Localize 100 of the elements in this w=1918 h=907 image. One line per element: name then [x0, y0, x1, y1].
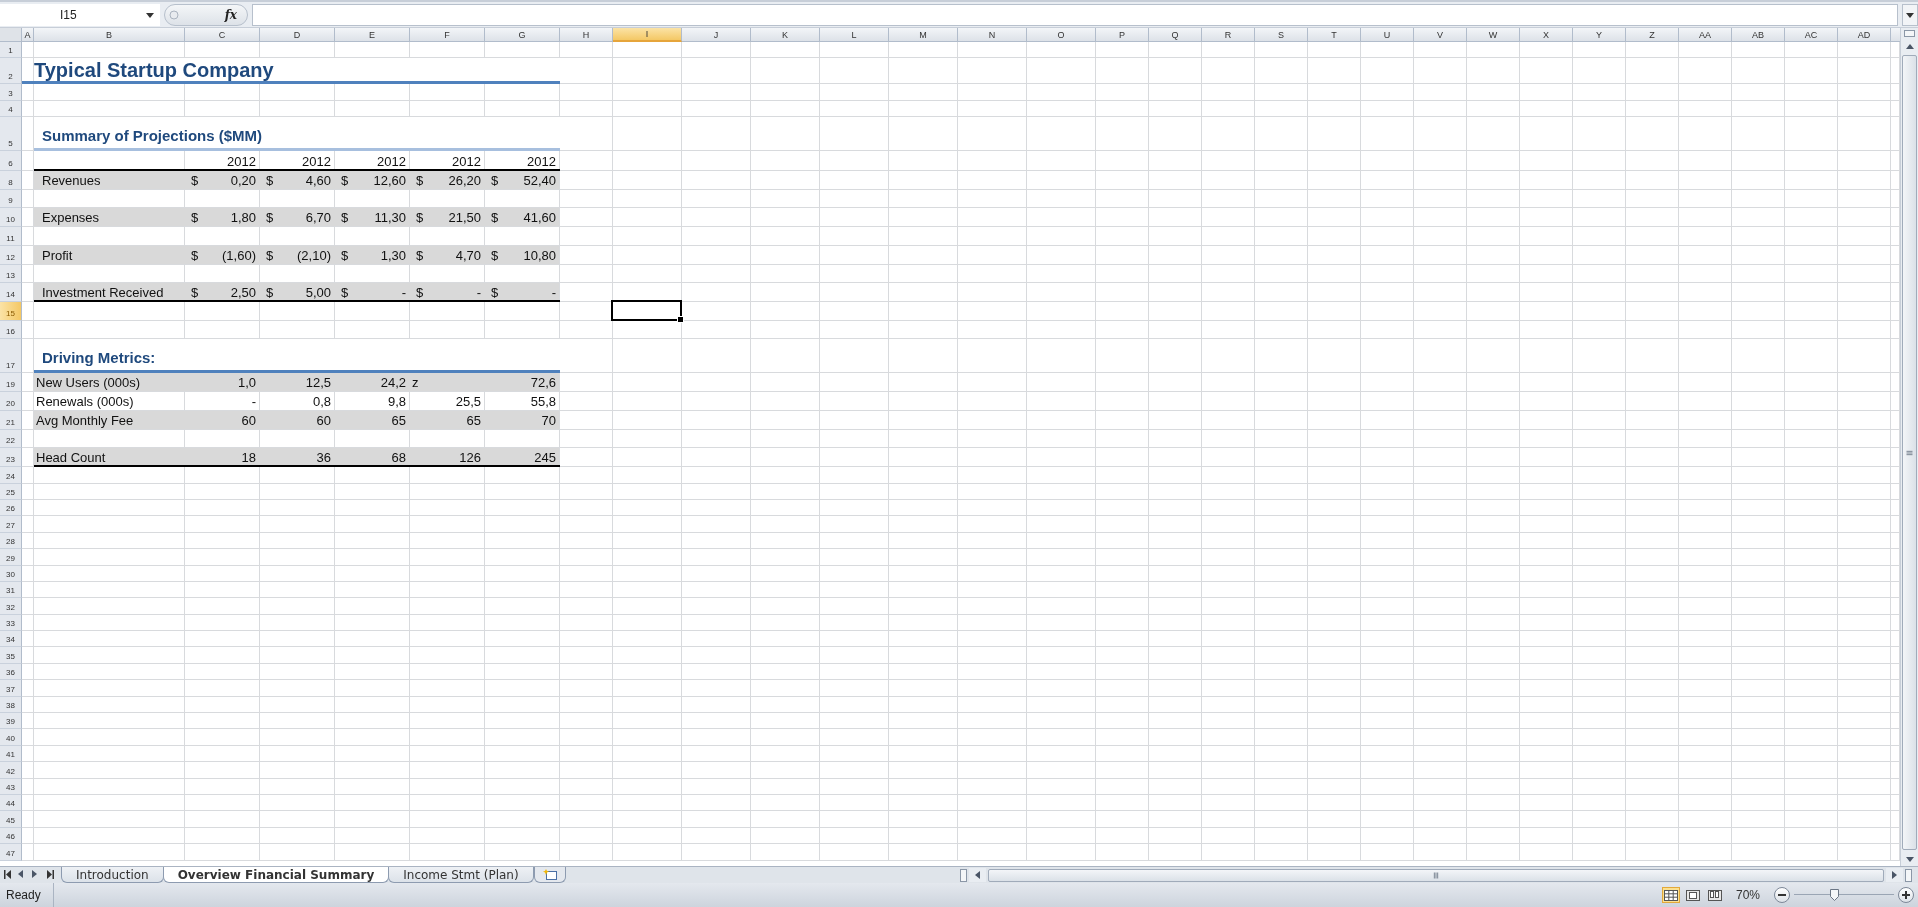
table-cell[interactable]: 68 — [335, 448, 410, 467]
table-cell[interactable]: Renewals (000s) — [34, 391, 185, 410]
column-header[interactable]: U — [1361, 28, 1414, 42]
table-cell[interactable]: Profit — [34, 245, 185, 264]
column-header[interactable]: F — [410, 28, 485, 42]
table-cell[interactable]: $ 0,20 — [185, 170, 260, 189]
insert-function-button[interactable]: fx — [222, 8, 239, 22]
table-cell[interactable]: $ 21,50 — [410, 208, 485, 227]
table-cell[interactable]: 1,0 — [185, 372, 260, 391]
table-cell[interactable]: 65 — [335, 410, 410, 429]
column-header[interactable]: G — [485, 28, 560, 42]
row-header[interactable]: 29 — [0, 549, 22, 566]
column-header[interactable]: Z — [1626, 28, 1679, 42]
row-header[interactable]: 24 — [0, 467, 22, 484]
row-header[interactable]: 45 — [0, 811, 22, 828]
column-header[interactable]: L — [820, 28, 889, 42]
table-cell[interactable]: $ (2,10) — [260, 245, 335, 264]
table-cell[interactable]: 2012 — [185, 150, 260, 170]
sheet-tab[interactable]: Income Stmt (Plan) — [388, 867, 534, 883]
zoom-in-button[interactable] — [1898, 887, 1914, 903]
column-header[interactable]: S — [1255, 28, 1308, 42]
table-cell[interactable]: Investment Received — [34, 283, 185, 302]
table-cell[interactable]: z — [410, 372, 485, 391]
table-cell[interactable]: 2012 — [485, 150, 560, 170]
table-cell[interactable]: 72,6 — [485, 372, 560, 391]
row-header[interactable]: 40 — [0, 729, 22, 746]
table-cell[interactable]: 12,5 — [260, 372, 335, 391]
table-cell[interactable]: 2012 — [260, 150, 335, 170]
select-all-corner[interactable] — [0, 28, 22, 42]
table-cell[interactable]: $ - — [485, 283, 560, 302]
table-cell[interactable]: $ - — [335, 283, 410, 302]
row-header[interactable]: 39 — [0, 713, 22, 730]
column-header[interactable]: AB — [1732, 28, 1785, 42]
column-header[interactable]: AC — [1785, 28, 1838, 42]
row-header[interactable]: 1 — [0, 42, 22, 59]
column-header[interactable]: C — [185, 28, 260, 42]
last-sheet-button[interactable] — [46, 870, 56, 880]
insert-sheet-button[interactable] — [533, 867, 566, 883]
column-header[interactable]: R — [1202, 28, 1255, 42]
formula-field[interactable] — [252, 4, 1898, 26]
column-header[interactable]: J — [682, 28, 751, 42]
split-box[interactable] — [1904, 30, 1915, 37]
row-header[interactable]: 6 — [0, 150, 22, 171]
row-header[interactable]: 32 — [0, 598, 22, 615]
name-box[interactable]: I15 — [0, 4, 160, 26]
table-cell[interactable]: $ 11,30 — [335, 208, 410, 227]
table-cell[interactable]: 25,5 — [410, 391, 485, 410]
table-cell[interactable]: Head Count — [34, 448, 185, 467]
table-cell[interactable]: $ 10,80 — [485, 245, 560, 264]
row-header[interactable]: 37 — [0, 680, 22, 697]
table-cell[interactable]: $ 5,00 — [260, 283, 335, 302]
column-header[interactable]: B — [34, 28, 185, 42]
table-cell[interactable]: Revenues — [34, 170, 185, 189]
column-header[interactable]: H — [560, 28, 613, 42]
view-button[interactable] — [1705, 887, 1724, 903]
table-cell[interactable]: 126 — [410, 448, 485, 467]
table-cell[interactable]: 18 — [185, 448, 260, 467]
table-cell[interactable]: $ 6,70 — [260, 208, 335, 227]
row-header[interactable]: 17 — [0, 339, 22, 373]
row-header[interactable]: 5 — [0, 117, 22, 151]
table-cell[interactable]: 0,8 — [260, 391, 335, 410]
column-header[interactable]: V — [1414, 28, 1467, 42]
table-cell[interactable]: $ 1,80 — [185, 208, 260, 227]
row-header[interactable]: 34 — [0, 631, 22, 648]
first-sheet-button[interactable] — [4, 870, 14, 880]
table-cell[interactable]: $ - — [410, 283, 485, 302]
table-cell[interactable]: $ 4,70 — [410, 245, 485, 264]
column-header[interactable]: AD — [1838, 28, 1891, 42]
view-button[interactable] — [1661, 887, 1680, 903]
table-cell[interactable]: 9,8 — [335, 391, 410, 410]
table-cell[interactable]: $ 12,60 — [335, 170, 410, 189]
scroll-right-button[interactable] — [1886, 868, 1903, 882]
table-cell[interactable]: 2012 — [335, 150, 410, 170]
row-header[interactable]: 14 — [0, 283, 22, 303]
table-cell[interactable]: - — [185, 391, 260, 410]
column-header[interactable]: D — [260, 28, 335, 42]
table-cell[interactable]: Avg Monthly Fee — [34, 410, 185, 429]
column-header[interactable]: W — [1467, 28, 1520, 42]
column-header[interactable]: P — [1096, 28, 1149, 42]
table-cell[interactable]: $ 4,60 — [260, 170, 335, 189]
table-cell[interactable]: 70 — [485, 410, 560, 429]
column-header[interactable]: M — [889, 28, 958, 42]
column-header[interactable]: N — [958, 28, 1027, 42]
table-cell[interactable]: 2012 — [410, 150, 485, 170]
table-cell[interactable]: 60 — [260, 410, 335, 429]
table-cell[interactable]: New Users (000s) — [34, 372, 185, 391]
table-cell[interactable]: $ 2,50 — [185, 283, 260, 302]
table-cell[interactable]: 24,2 — [335, 372, 410, 391]
zoom-slider[interactable] — [1794, 887, 1894, 903]
table-cell[interactable]: 60 — [185, 410, 260, 429]
column-header[interactable]: I — [613, 28, 682, 42]
table-cell[interactable]: 65 — [410, 410, 485, 429]
expand-button[interactable] — [1902, 4, 1918, 26]
row-header[interactable]: 27 — [0, 516, 22, 533]
view-button[interactable] — [1683, 887, 1702, 903]
sheet-tab[interactable]: Introduction — [61, 867, 164, 883]
column-header[interactable]: Y — [1573, 28, 1626, 42]
table-cell[interactable]: $ (1,60) — [185, 245, 260, 264]
row-header[interactable]: 42 — [0, 762, 22, 779]
row-header[interactable]: 15 — [0, 302, 22, 321]
